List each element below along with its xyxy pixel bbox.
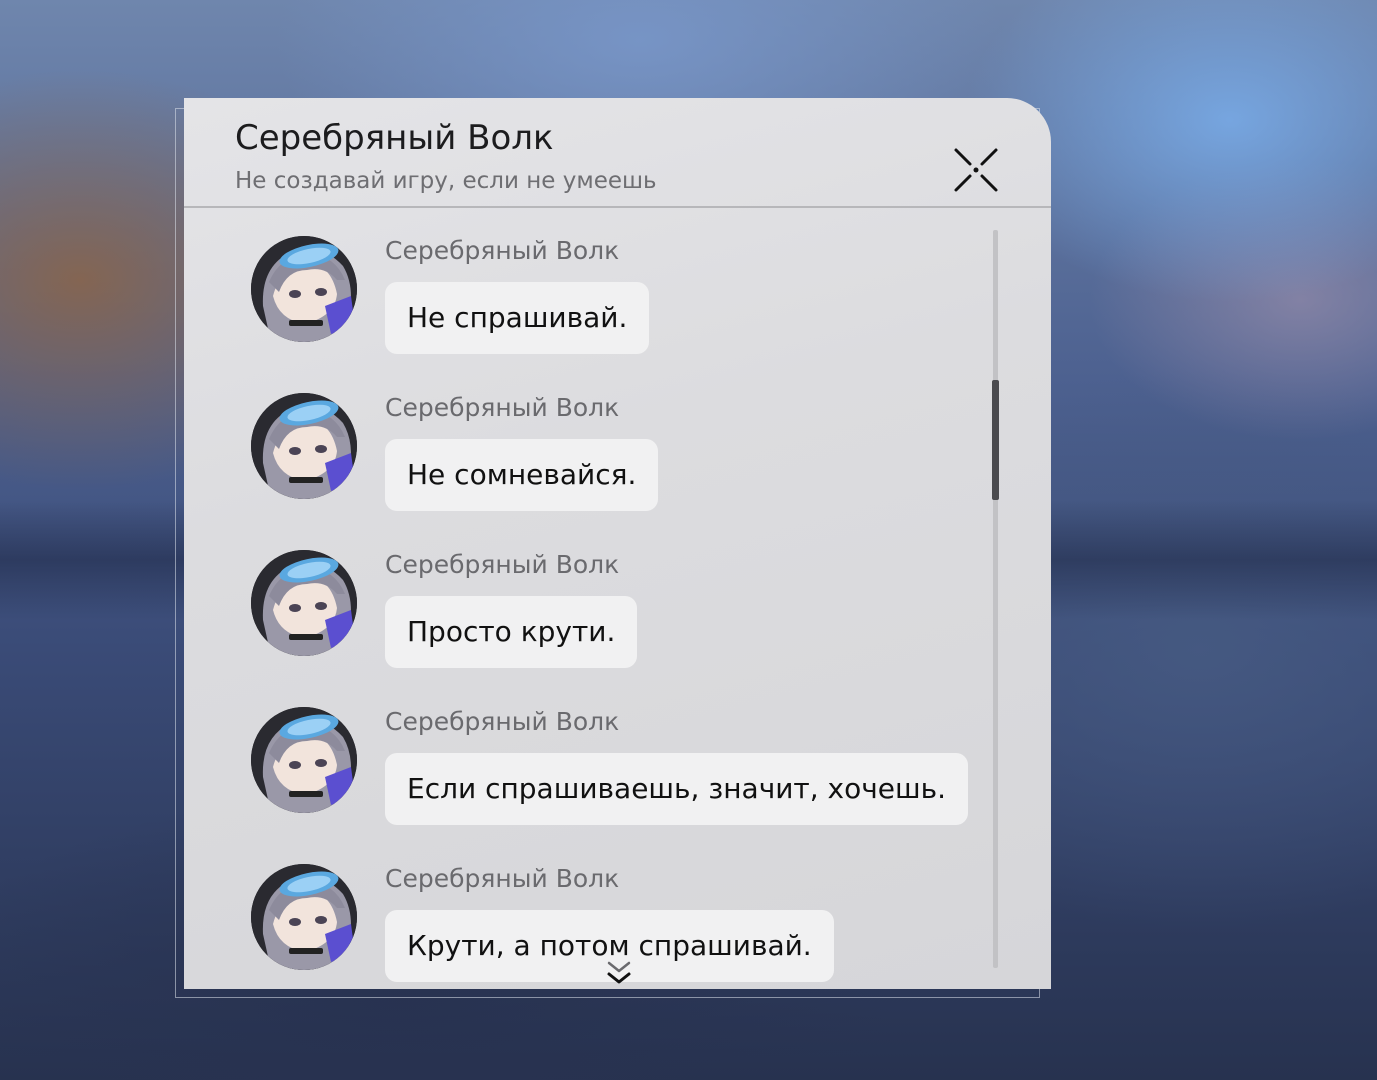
chat-subtitle: Не создавай игру, если не умеешь: [235, 168, 657, 194]
silver-wolf-avatar-icon: [251, 236, 357, 342]
chat-dialog: Серебряный Волк Не создавай игру, если н…: [184, 98, 1051, 989]
sender-name: Серебряный Волк: [385, 236, 620, 265]
sender-avatar[interactable]: [251, 864, 357, 970]
chat-title: Серебряный Волк: [235, 118, 554, 158]
sender-avatar[interactable]: [251, 236, 357, 342]
double-chevron-down-icon: [607, 961, 631, 984]
silver-wolf-avatar-icon: [251, 393, 357, 499]
message-bubble[interactable]: Если спрашиваешь, значит, хочешь.: [385, 753, 969, 825]
sender-avatar[interactable]: [251, 550, 357, 656]
message-item: Серебряный Волк Крути, а потом спрашивай…: [184, 836, 984, 986]
close-button[interactable]: [948, 142, 1004, 198]
close-x-icon: [954, 148, 998, 192]
sender-avatar[interactable]: [251, 707, 357, 813]
scrollbar-track[interactable]: [993, 230, 998, 968]
sender-name: Серебряный Волк: [385, 707, 620, 736]
dialog-header: Серебряный Волк Не создавай игру, если н…: [184, 98, 1051, 208]
scrollbar-thumb[interactable]: [992, 380, 999, 500]
message-bubble[interactable]: Не спрашивай.: [385, 282, 650, 354]
sender-name: Серебряный Волк: [385, 393, 620, 422]
message-bubble[interactable]: Просто крути.: [385, 596, 638, 668]
sender-avatar[interactable]: [251, 393, 357, 499]
scroll-down-indicator[interactable]: [604, 960, 634, 989]
sender-name: Серебряный Волк: [385, 864, 620, 893]
message-item: Серебряный Волк Не сомневайся.: [184, 365, 984, 515]
sender-name: Серебряный Волк: [385, 550, 620, 579]
silver-wolf-avatar-icon: [251, 707, 357, 813]
silver-wolf-avatar-icon: [251, 864, 357, 970]
message-item: Серебряный Волк Не спрашивай.: [184, 208, 984, 358]
message-item: Серебряный Волк Если спрашиваешь, значит…: [184, 679, 984, 829]
message-item: Серебряный Волк Просто крути.: [184, 522, 984, 672]
silver-wolf-avatar-icon: [251, 550, 357, 656]
message-bubble[interactable]: Не сомневайся.: [385, 439, 659, 511]
message-list[interactable]: Серебряный Волк Не спрашивай. Серебряный…: [184, 208, 1051, 989]
